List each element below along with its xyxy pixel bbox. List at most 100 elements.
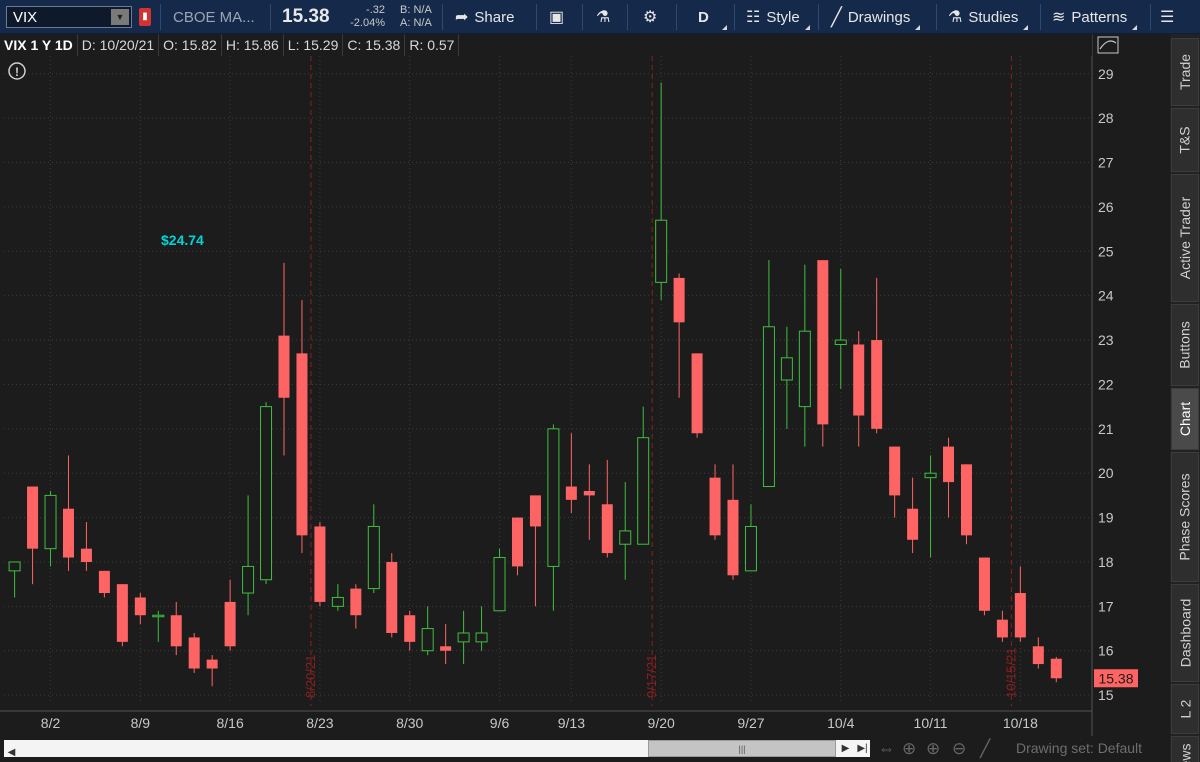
style-button[interactable]: ☷ Style <box>746 0 810 34</box>
y-tick-label: 22 <box>1098 376 1114 392</box>
zoom-out-icon[interactable]: ⊖ <box>952 739 966 759</box>
tab-label: Chart <box>1177 401 1194 437</box>
info-open: O: 15.82 <box>159 34 222 56</box>
drawings-button[interactable]: ╱ Drawings <box>831 0 921 34</box>
x-tick-label: 9/27 <box>737 715 764 731</box>
toolbar-divider <box>1040 4 1041 30</box>
share-button[interactable]: ➦ Share <box>455 0 514 34</box>
candle-body-down <box>907 508 919 540</box>
toolbar-divider <box>442 4 443 30</box>
price-chart[interactable]: 15 16 17 18 19 20 21 22 23 24 25 26 27 28 29 8/2 8/9 8/16… <box>0 34 1170 736</box>
candle-body-down <box>943 446 955 483</box>
change-box: -.32 -2.04% <box>345 4 385 30</box>
tab-dashboard[interactable]: Dashboard <box>1171 584 1199 682</box>
candle-body-down <box>709 477 721 536</box>
candle-body-up <box>924 472 937 479</box>
tab-label: T&S <box>1177 126 1194 154</box>
pencil-icon: ╱ <box>831 6 842 27</box>
bottom-scroll-bar: ◀ ||| ▶ ▶| ⇔ ⊕ ⊕ ⊖ ╱ Drawing set: Defaul… <box>0 736 1170 762</box>
toolbar-divider <box>160 4 161 30</box>
tab-label: L 2 <box>1176 699 1193 719</box>
candle-body-down <box>386 561 398 633</box>
tab-t-s[interactable]: T&S <box>1171 108 1199 172</box>
info-date: D: 10/20/21 <box>78 34 160 56</box>
candle-body-up <box>367 525 380 590</box>
symbol-input[interactable]: VIX ▼ <box>6 6 132 28</box>
candle-body-up <box>242 565 255 594</box>
high-price-marker: $24.74 <box>161 232 204 248</box>
x-tick-label: 9/20 <box>648 715 675 731</box>
candle-body-down <box>27 486 39 549</box>
candle-body-down <box>170 615 182 647</box>
alert-flag-icon[interactable]: ▮ <box>139 8 151 26</box>
candle-body-down <box>673 277 685 323</box>
scroll-end-icon[interactable]: ▶| <box>855 740 870 757</box>
scroll-right-icon[interactable]: ▶ <box>838 740 853 757</box>
settings-button[interactable]: ⚙ <box>643 0 663 34</box>
expiry-label: 10/15/21 <box>1003 647 1018 698</box>
tab-chart[interactable]: Chart <box>1171 388 1199 450</box>
ask-value: A: N/A <box>400 17 432 29</box>
drawing-set-label[interactable]: Drawing set: Default <box>1016 740 1142 756</box>
tab-label: Dashboard <box>1177 598 1193 668</box>
expiry-label: 8/20/21 <box>303 655 318 698</box>
patterns-label: Patterns <box>1071 8 1128 26</box>
more-button[interactable]: ☰ <box>1160 0 1180 34</box>
toolbar-divider <box>582 4 583 30</box>
y-tick-label: 16 <box>1098 643 1114 659</box>
toolbar-divider <box>936 4 937 30</box>
patterns-icon: ≋ <box>1052 9 1066 26</box>
info-alert-glyph: ! <box>15 65 19 79</box>
flask-button[interactable]: ⚗ <box>596 0 616 34</box>
tab-l-2[interactable]: L 2 <box>1171 684 1199 734</box>
symbol-dropdown-icon[interactable]: ▼ <box>111 9 129 25</box>
zoom-in-icon[interactable]: ⊕ <box>926 739 940 759</box>
y-tick-label: 21 <box>1098 421 1114 437</box>
x-tick-label: 10/18 <box>1003 715 1038 731</box>
candle-body-up <box>457 632 470 643</box>
expand-icon[interactable]: ⇔ <box>878 739 895 759</box>
style-sliders-icon: ☷ <box>746 9 761 26</box>
candle-body-up <box>637 437 650 545</box>
scroll-thumb[interactable]: ||| <box>648 740 836 757</box>
tab-active-trader[interactable]: Active Trader <box>1171 174 1199 302</box>
candle-body-down <box>134 597 146 616</box>
net-change: -.32 <box>366 4 385 16</box>
info-low: L: 15.29 <box>284 34 344 56</box>
toolbar-divider <box>818 4 819 30</box>
tab-phase-scores[interactable]: Phase Scores <box>1171 452 1199 582</box>
period-button[interactable]: D <box>698 0 727 34</box>
y-tick-label: 25 <box>1098 243 1114 259</box>
candle-body-up <box>331 596 344 607</box>
candle-body-down <box>440 646 452 651</box>
candle-body-up <box>44 494 57 550</box>
candle-body-down <box>404 615 416 642</box>
candle-body-down <box>1050 658 1062 679</box>
y-tick-label: 27 <box>1098 155 1114 171</box>
tab-news[interactable]: News <box>1171 736 1199 762</box>
symbol-period: VIX 1 Y 1D <box>0 34 78 56</box>
screenshot-button[interactable]: ▣ <box>549 0 570 34</box>
candle-body-down <box>62 508 74 558</box>
studies-button[interactable]: ⚗ Studies <box>948 0 1029 34</box>
tab-label: News <box>1177 743 1194 762</box>
candle-body-up <box>493 557 506 612</box>
chart-svg[interactable]: 15 16 17 18 19 20 21 22 23 24 25 26 27 28 29 8/2 8/9 8/16… <box>0 34 1170 736</box>
scroll-left-icon[interactable]: ◀ <box>4 744 19 761</box>
draw-line-icon[interactable]: ╱ <box>980 739 990 759</box>
studies-dropdown-icon <box>1023 25 1029 30</box>
expiry-label: 9/17/21 <box>644 655 659 698</box>
info-high: H: 15.86 <box>222 34 284 56</box>
crosshair-icon[interactable]: ⊕ <box>902 739 916 759</box>
patterns-button[interactable]: ≋ Patterns <box>1052 0 1138 34</box>
tab-trade[interactable]: Trade <box>1171 38 1199 106</box>
candle-body-down <box>727 499 739 576</box>
tab-label: Active Trader <box>1177 196 1194 280</box>
percent-change: -2.04% <box>350 17 385 29</box>
tab-buttons[interactable]: Buttons <box>1171 304 1199 386</box>
y-tick-label: 24 <box>1098 288 1114 304</box>
toolbar-divider <box>1150 4 1151 30</box>
candle-body-down <box>853 344 865 416</box>
gear-icon: ⚙ <box>643 9 658 26</box>
camera-icon: ▣ <box>549 9 565 26</box>
